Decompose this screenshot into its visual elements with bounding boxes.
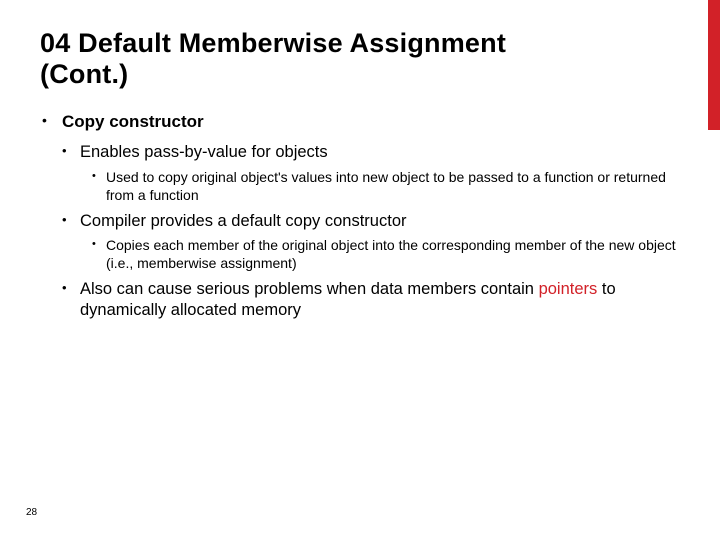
slide-title: 04 Default Memberwise Assignment (Cont.) xyxy=(40,28,680,90)
bullet-list-level-1: Copy constructor Enables pass-by-value f… xyxy=(40,112,680,321)
bullet-pointers-warning: Also can cause serious problems when dat… xyxy=(80,280,616,319)
text-pointers-red: pointers xyxy=(539,280,598,298)
bullet-list-level-3: Used to copy original object's values in… xyxy=(80,169,680,205)
list-item: Enables pass-by-value for objects Used t… xyxy=(62,142,680,205)
bullet-pass-by-value: Enables pass-by-value for objects xyxy=(80,143,328,161)
page-number: 28 xyxy=(26,507,37,518)
bullet-list-level-3: Copies each member of the original objec… xyxy=(80,237,680,273)
accent-bar xyxy=(708,0,720,130)
list-item: Compiler provides a default copy constru… xyxy=(62,211,680,274)
bullet-memberwise: Copies each member of the original objec… xyxy=(106,237,676,271)
bullet-list-level-2: Enables pass-by-value for objects Used t… xyxy=(62,142,680,321)
list-item: Copies each member of the original objec… xyxy=(80,237,680,273)
list-item: Used to copy original object's values in… xyxy=(80,169,680,205)
slide-content: 04 Default Memberwise Assignment (Cont.)… xyxy=(0,0,720,321)
title-line-2: (Cont.) xyxy=(40,59,128,89)
list-item: Copy constructor Enables pass-by-value f… xyxy=(40,112,680,321)
list-item: Also can cause serious problems when dat… xyxy=(62,279,680,320)
bullet-copy-constructor: Copy constructor xyxy=(62,112,204,131)
bullet-copy-values: Used to copy original object's values in… xyxy=(106,169,666,203)
title-line-1: 04 Default Memberwise Assignment xyxy=(40,28,506,58)
bullet-default-copy: Compiler provides a default copy constru… xyxy=(80,212,407,230)
text-segment: Also can cause serious problems when dat… xyxy=(80,280,539,298)
